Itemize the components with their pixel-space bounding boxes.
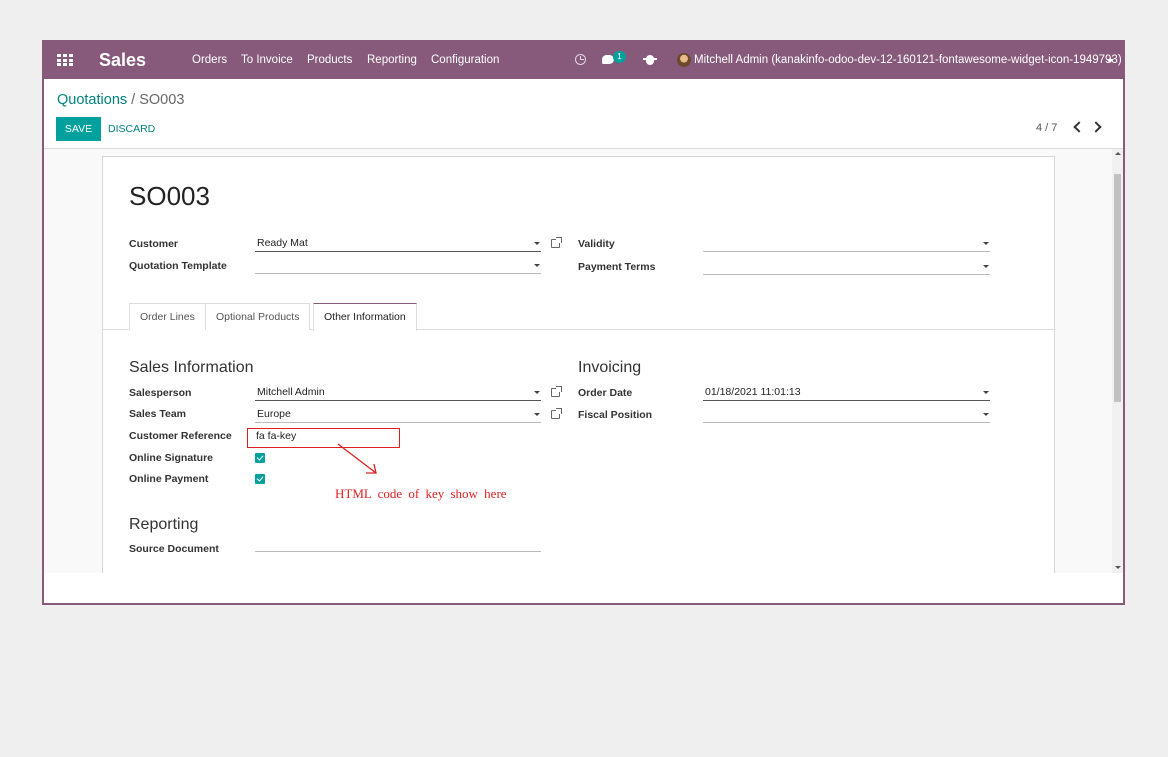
salesperson-value: Mitchell Admin: [257, 386, 325, 398]
breadcrumb-quotations-link[interactable]: Quotations: [57, 92, 127, 108]
customer-field[interactable]: Ready Mat: [255, 236, 541, 252]
salesperson-external-link-icon[interactable]: [551, 386, 562, 397]
order-date-field[interactable]: 01/18/2021 11:01:13: [703, 385, 990, 401]
pager-value[interactable]: 4 / 7: [1036, 122, 1057, 134]
menu-reporting[interactable]: Reporting: [367, 54, 417, 66]
quotation-template-field[interactable]: [255, 258, 541, 274]
annotation-arrow-icon: [337, 443, 377, 474]
fiscal-position-label: Fiscal Position: [578, 409, 653, 421]
scrollbar-thumb[interactable]: [1114, 174, 1121, 402]
sales-information-title: Sales Information: [129, 359, 254, 376]
quotation-template-dropdown-caret-icon[interactable]: [534, 264, 540, 267]
breadcrumb-separator: /: [131, 92, 136, 108]
reporting-title: Reporting: [129, 516, 199, 533]
fiscal-position-dropdown-caret-icon[interactable]: [983, 413, 989, 416]
app-window: Sales Orders To Invoice Products Reporti…: [42, 40, 1125, 605]
window-footer: [44, 573, 1123, 603]
validity-label: Validity: [578, 238, 615, 250]
invoicing-title: Invoicing: [578, 359, 642, 376]
sales-team-dropdown-caret-icon[interactable]: [534, 413, 540, 416]
pager-next-icon[interactable]: [1090, 121, 1102, 133]
record-title: SO003: [129, 181, 210, 211]
tab-order-lines[interactable]: Order Lines: [129, 303, 206, 330]
breadcrumb-current: SO003: [139, 92, 185, 108]
validity-field[interactable]: [703, 236, 990, 252]
chevron-down-icon[interactable]: [1106, 59, 1114, 63]
customer-value: Ready Mat: [257, 237, 308, 249]
sales-team-external-link-icon[interactable]: [551, 408, 562, 419]
activity-clock-icon[interactable]: [575, 54, 586, 65]
discard-button[interactable]: DISCARD: [108, 117, 155, 141]
salesperson-field[interactable]: Mitchell Admin: [255, 385, 541, 401]
order-date-value: 01/18/2021 11:01:13: [705, 386, 801, 398]
validity-dropdown-caret-icon[interactable]: [983, 242, 989, 245]
online-signature-label: Online Signature: [129, 452, 214, 464]
menu-to-invoice[interactable]: To Invoice: [241, 54, 293, 66]
customer-external-link-icon[interactable]: [551, 237, 562, 248]
online-signature-checkbox[interactable]: [255, 453, 265, 463]
form-sheet: SO003 Customer Ready Mat Quotation Templ…: [102, 156, 1056, 573]
scroll-up-icon[interactable]: [1115, 152, 1121, 155]
breadcrumb: Quotations / SO003: [57, 92, 184, 108]
apps-menu-icon[interactable]: [57, 54, 73, 66]
customer-label: Customer: [129, 238, 179, 250]
order-date-label: Order Date: [578, 387, 633, 399]
salesperson-label: Salesperson: [129, 387, 192, 399]
form-content-area: SO003 Customer Ready Mat Quotation Templ…: [44, 149, 1123, 573]
tab-optional-products[interactable]: Optional Products: [205, 303, 311, 330]
message-count-badge: 1: [613, 51, 626, 63]
quotation-template-label: Quotation Template: [129, 260, 227, 272]
user-avatar[interactable]: [677, 53, 691, 67]
sales-team-label: Sales Team: [129, 408, 187, 420]
debug-bug-icon[interactable]: [643, 55, 657, 65]
customer-dropdown-caret-icon[interactable]: [534, 242, 540, 245]
online-payment-checkbox[interactable]: [255, 474, 265, 484]
annotation-note: HTML code of key show here: [335, 486, 507, 501]
source-document-field[interactable]: [255, 536, 541, 552]
source-document-label: Source Document: [129, 543, 219, 555]
user-menu-name[interactable]: Mitchell Admin (kanakinfo-odoo-dev-12-16…: [694, 54, 1122, 66]
payment-terms-label: Payment Terms: [578, 261, 656, 273]
scroll-down-icon[interactable]: [1115, 566, 1121, 569]
salesperson-dropdown-caret-icon[interactable]: [534, 391, 540, 394]
pager-previous-icon[interactable]: [1073, 121, 1085, 133]
sales-team-field[interactable]: Europe: [255, 407, 541, 423]
fiscal-position-field[interactable]: [703, 407, 990, 423]
vertical-scrollbar[interactable]: [1112, 149, 1123, 573]
payment-terms-field[interactable]: [703, 259, 990, 275]
top-navbar: Sales Orders To Invoice Products Reporti…: [44, 42, 1123, 79]
app-brand[interactable]: Sales: [99, 50, 146, 71]
payment-terms-dropdown-caret-icon[interactable]: [983, 265, 989, 268]
save-button[interactable]: SAVE: [56, 117, 101, 141]
menu-orders[interactable]: Orders: [192, 54, 227, 66]
order-date-caret-icon[interactable]: [983, 391, 989, 394]
online-payment-label: Online Payment: [129, 473, 209, 485]
tab-other-information[interactable]: Other Information: [313, 303, 417, 331]
sales-team-value: Europe: [257, 408, 291, 420]
customer-reference-label: Customer Reference: [129, 430, 232, 442]
menu-configuration[interactable]: Configuration: [431, 54, 499, 66]
menu-products[interactable]: Products: [307, 54, 352, 66]
